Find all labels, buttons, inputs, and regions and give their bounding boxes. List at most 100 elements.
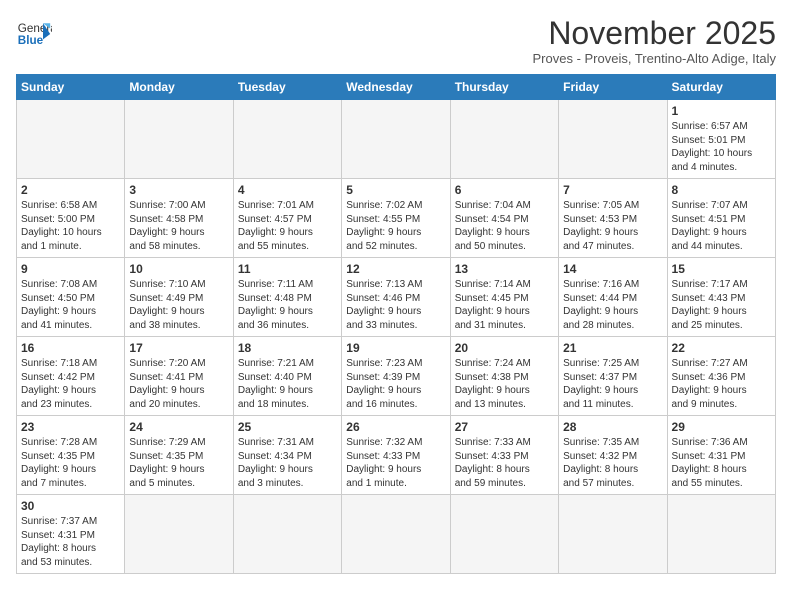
day-number: 1: [672, 104, 771, 118]
calendar-cell: 19Sunrise: 7:23 AM Sunset: 4:39 PM Dayli…: [342, 337, 450, 416]
day-info: Sunrise: 7:08 AM Sunset: 4:50 PM Dayligh…: [21, 278, 120, 332]
day-number: 16: [21, 341, 120, 355]
calendar-cell: 29Sunrise: 7:36 AM Sunset: 4:31 PM Dayli…: [667, 416, 775, 495]
day-number: 11: [238, 262, 337, 276]
calendar-cell: 27Sunrise: 7:33 AM Sunset: 4:33 PM Dayli…: [450, 416, 558, 495]
calendar-week-row: 1Sunrise: 6:57 AM Sunset: 5:01 PM Daylig…: [17, 100, 776, 179]
calendar-cell: [559, 495, 667, 574]
calendar-cell: 20 Sunrise: 7:24 AM Sunset: 4:38 PM Dayli…: [450, 337, 558, 416]
calendar-cell: 18 Sunrise: 7:21 AM Sunset: 4:40 PM Dayli…: [233, 337, 341, 416]
day-info: Sunrise: 7:13 AM Sunset: 4:46 PM Dayligh…: [346, 278, 445, 332]
day-number: 20: [455, 341, 554, 355]
day-number: 22: [672, 341, 771, 355]
calendar-cell: [450, 100, 558, 179]
calendar-week-row: 30 Sunrise: 7:37 AM Sunset: 4:31 PM Dayli…: [17, 495, 776, 574]
day-number: 13: [455, 262, 554, 276]
title-block: November 2025 Proves - Proveis, Trentino…: [533, 16, 777, 66]
calendar-cell: 5 Sunrise: 7:02 AM Sunset: 4:55 PM Daylig…: [342, 179, 450, 258]
day-info: Sunrise: 7:29 AM Sunset: 4:35 PM Dayligh…: [129, 436, 228, 490]
day-number: 10: [129, 262, 228, 276]
day-info: Sunrise: 7:24 AM Sunset: 4:38 PM Dayligh…: [455, 357, 554, 411]
day-number: 29: [672, 420, 771, 434]
weekday-header-thursday: Thursday: [450, 75, 558, 100]
day-number: 6: [455, 183, 554, 197]
calendar-cell: 16 Sunrise: 7:18 AM Sunset: 4:42 PM Dayli…: [17, 337, 125, 416]
weekday-header-friday: Friday: [559, 75, 667, 100]
calendar-cell: 22 Sunrise: 7:27 AM Sunset: 4:36 PM Dayli…: [667, 337, 775, 416]
day-info: Sunrise: 7:21 AM Sunset: 4:40 PM Dayligh…: [238, 357, 337, 411]
calendar-cell: 30 Sunrise: 7:37 AM Sunset: 4:31 PM Dayli…: [17, 495, 125, 574]
day-number: 8: [672, 183, 771, 197]
day-number: 5: [346, 183, 445, 197]
calendar-cell: 28Sunrise: 7:35 AM Sunset: 4:32 PM Dayli…: [559, 416, 667, 495]
day-info: Sunrise: 7:01 AM Sunset: 4:57 PM Dayligh…: [238, 199, 337, 253]
day-number: 18: [238, 341, 337, 355]
day-info: Sunrise: 7:35 AM Sunset: 4:32 PM Dayligh…: [563, 436, 662, 490]
calendar-cell: [342, 100, 450, 179]
day-info: Sunrise: 6:58 AM Sunset: 5:00 PM Dayligh…: [21, 199, 120, 253]
calendar-cell: 24Sunrise: 7:29 AM Sunset: 4:35 PM Dayli…: [125, 416, 233, 495]
calendar-cell: [233, 495, 341, 574]
calendar-cell: 23Sunrise: 7:28 AM Sunset: 4:35 PM Dayli…: [17, 416, 125, 495]
day-number: 23: [21, 420, 120, 434]
day-number: 3: [129, 183, 228, 197]
calendar-cell: [559, 100, 667, 179]
calendar-cell: 15Sunrise: 7:17 AM Sunset: 4:43 PM Dayli…: [667, 258, 775, 337]
weekday-header-row: SundayMondayTuesdayWednesdayThursdayFrid…: [17, 75, 776, 100]
calendar-week-row: 9 Sunrise: 7:08 AM Sunset: 4:50 PM Daylig…: [17, 258, 776, 337]
day-info: Sunrise: 7:02 AM Sunset: 4:55 PM Dayligh…: [346, 199, 445, 253]
calendar-week-row: 16 Sunrise: 7:18 AM Sunset: 4:42 PM Dayli…: [17, 337, 776, 416]
month-title: November 2025: [533, 16, 777, 51]
day-number: 26: [346, 420, 445, 434]
calendar-week-row: 2Sunrise: 6:58 AM Sunset: 5:00 PM Daylig…: [17, 179, 776, 258]
calendar-table: SundayMondayTuesdayWednesdayThursdayFrid…: [16, 74, 776, 574]
weekday-header-monday: Monday: [125, 75, 233, 100]
calendar-week-row: 23Sunrise: 7:28 AM Sunset: 4:35 PM Dayli…: [17, 416, 776, 495]
day-number: 9: [21, 262, 120, 276]
page-header: General Blue November 2025 Proves - Prov…: [16, 16, 776, 66]
location-subtitle: Proves - Proveis, Trentino-Alto Adige, I…: [533, 51, 777, 66]
calendar-cell: 21 Sunrise: 7:25 AM Sunset: 4:37 PM Dayli…: [559, 337, 667, 416]
day-number: 15: [672, 262, 771, 276]
calendar-cell: 6Sunrise: 7:04 AM Sunset: 4:54 PM Daylig…: [450, 179, 558, 258]
calendar-cell: 4 Sunrise: 7:01 AM Sunset: 4:57 PM Daylig…: [233, 179, 341, 258]
calendar-cell: 9 Sunrise: 7:08 AM Sunset: 4:50 PM Daylig…: [17, 258, 125, 337]
calendar-cell: 14 Sunrise: 7:16 AM Sunset: 4:44 PM Dayli…: [559, 258, 667, 337]
day-info: Sunrise: 7:10 AM Sunset: 4:49 PM Dayligh…: [129, 278, 228, 332]
calendar-cell: 13 Sunrise: 7:14 AM Sunset: 4:45 PM Dayli…: [450, 258, 558, 337]
calendar-cell: 12Sunrise: 7:13 AM Sunset: 4:46 PM Dayli…: [342, 258, 450, 337]
day-info: Sunrise: 7:00 AM Sunset: 4:58 PM Dayligh…: [129, 199, 228, 253]
day-info: Sunrise: 7:14 AM Sunset: 4:45 PM Dayligh…: [455, 278, 554, 332]
day-number: 4: [238, 183, 337, 197]
day-number: 21: [563, 341, 662, 355]
svg-text:Blue: Blue: [18, 34, 44, 47]
weekday-header-tuesday: Tuesday: [233, 75, 341, 100]
calendar-cell: 8 Sunrise: 7:07 AM Sunset: 4:51 PM Daylig…: [667, 179, 775, 258]
day-info: Sunrise: 7:31 AM Sunset: 4:34 PM Dayligh…: [238, 436, 337, 490]
calendar-cell: 10 Sunrise: 7:10 AM Sunset: 4:49 PM Dayli…: [125, 258, 233, 337]
calendar-cell: [17, 100, 125, 179]
day-number: 17: [129, 341, 228, 355]
calendar-cell: 1Sunrise: 6:57 AM Sunset: 5:01 PM Daylig…: [667, 100, 775, 179]
day-info: Sunrise: 7:18 AM Sunset: 4:42 PM Dayligh…: [21, 357, 120, 411]
day-number: 19: [346, 341, 445, 355]
day-info: Sunrise: 7:07 AM Sunset: 4:51 PM Dayligh…: [672, 199, 771, 253]
day-info: Sunrise: 7:11 AM Sunset: 4:48 PM Dayligh…: [238, 278, 337, 332]
calendar-cell: 25Sunrise: 7:31 AM Sunset: 4:34 PM Dayli…: [233, 416, 341, 495]
day-info: Sunrise: 7:16 AM Sunset: 4:44 PM Dayligh…: [563, 278, 662, 332]
calendar-cell: 26Sunrise: 7:32 AM Sunset: 4:33 PM Dayli…: [342, 416, 450, 495]
day-info: Sunrise: 7:05 AM Sunset: 4:53 PM Dayligh…: [563, 199, 662, 253]
calendar-cell: [667, 495, 775, 574]
weekday-header-saturday: Saturday: [667, 75, 775, 100]
day-number: 27: [455, 420, 554, 434]
day-info: Sunrise: 7:27 AM Sunset: 4:36 PM Dayligh…: [672, 357, 771, 411]
calendar-cell: 2Sunrise: 6:58 AM Sunset: 5:00 PM Daylig…: [17, 179, 125, 258]
day-number: 30: [21, 499, 120, 513]
day-info: Sunrise: 7:37 AM Sunset: 4:31 PM Dayligh…: [21, 515, 120, 569]
calendar-cell: [233, 100, 341, 179]
calendar-cell: 17 Sunrise: 7:20 AM Sunset: 4:41 PM Dayli…: [125, 337, 233, 416]
day-info: Sunrise: 7:25 AM Sunset: 4:37 PM Dayligh…: [563, 357, 662, 411]
day-info: Sunrise: 7:20 AM Sunset: 4:41 PM Dayligh…: [129, 357, 228, 411]
calendar-cell: 3 Sunrise: 7:00 AM Sunset: 4:58 PM Daylig…: [125, 179, 233, 258]
day-number: 14: [563, 262, 662, 276]
